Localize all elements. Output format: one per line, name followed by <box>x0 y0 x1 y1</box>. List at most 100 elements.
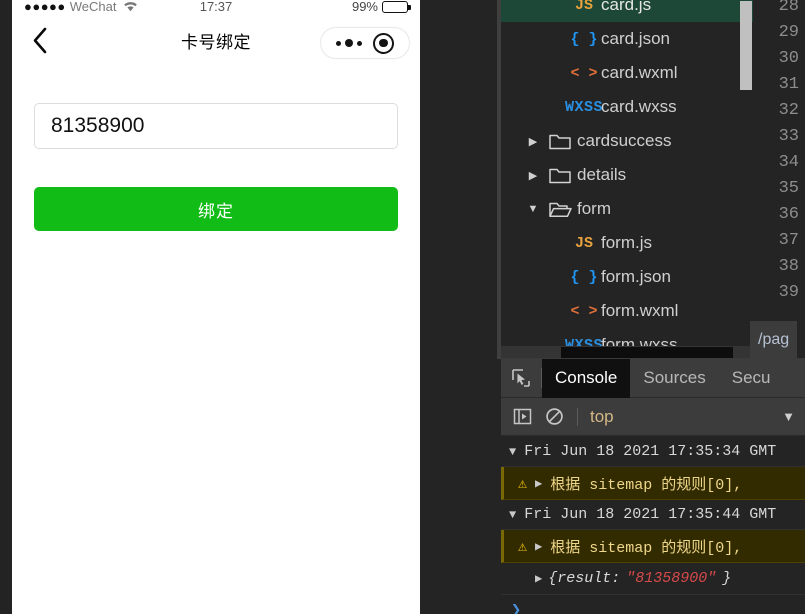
more-dots-icon[interactable] <box>336 39 363 47</box>
devtools-tab-secu[interactable]: Secu <box>719 359 784 398</box>
back-chevron-icon <box>32 27 48 54</box>
json-icon: { } <box>570 30 598 48</box>
console-result-row[interactable]: ▶ {result: "81358900"} <box>501 563 805 595</box>
result-prefix: {result: <box>548 570 621 587</box>
console-warning-row[interactable]: ⚠ ▶ 根据 sitemap 的规则[0], <box>501 467 805 500</box>
console-context-selector[interactable]: top <box>590 407 614 427</box>
wxml-icon: < > <box>570 64 598 82</box>
collapse-caret-icon[interactable]: ▼ <box>509 445 516 459</box>
folder-open-icon <box>543 201 577 218</box>
file-tree-item-label: card.wxml <box>601 63 678 82</box>
devtools-tab-console[interactable]: Console <box>542 358 631 398</box>
editor-tabbar: /pag <box>750 320 805 358</box>
wechat-capsule-menu[interactable] <box>320 27 410 59</box>
console-group-label: Fri Jun 18 2021 17:35:44 GMT <box>524 506 777 523</box>
console-warning-text: 根据 sitemap 的规则[0], <box>550 476 743 494</box>
folder-closed-icon <box>543 133 577 150</box>
phone-statusbar: ●●●●● WeChat 17:37 99% <box>12 0 420 13</box>
app-root: ●●●●● WeChat 17:37 99% 卡号绑定 81358900 绑定 … <box>0 0 805 614</box>
wxss-icon: WXSS <box>565 98 604 116</box>
devtools-panel: Console Sources Secu top ▼ ▼ Fri Jun 18 … <box>501 358 805 614</box>
line-number: 34 <box>778 153 799 172</box>
file-tree-item-label: details <box>577 165 627 184</box>
expand-caret-icon[interactable]: ▶ <box>535 476 542 491</box>
editor-tab-page[interactable]: /pag <box>750 321 798 358</box>
file-tree-hscrollbar[interactable] <box>561 347 733 358</box>
file-tree-vscrollbar[interactable] <box>740 1 752 90</box>
file-tree-item[interactable]: JS card.js <box>501 0 753 22</box>
file-tree-item-label: cardsuccess <box>577 131 672 150</box>
toolbar-divider <box>577 407 578 426</box>
file-tree-item[interactable]: < > form.wxml <box>501 294 753 328</box>
line-number: 37 <box>778 231 799 250</box>
file-tree-item[interactable]: JS form.js <box>501 226 753 260</box>
line-number: 39 <box>778 283 799 302</box>
statusbar-time: 17:37 <box>199 0 233 13</box>
card-number-input[interactable] <box>34 103 398 149</box>
code-editor-gutter: 28 29 30 31 32 33 34 35 36 37 38 39 <box>753 0 805 320</box>
json-icon: { } <box>570 268 598 286</box>
console-warning-row[interactable]: ⚠ ▶ 根据 sitemap 的规则[0], <box>501 530 805 563</box>
console-warning-text: 根据 sitemap 的规则[0], <box>550 539 743 557</box>
file-tree-item[interactable]: ▼ form <box>501 192 753 226</box>
line-number: 33 <box>778 127 799 146</box>
line-number: 29 <box>778 23 799 42</box>
target-circle-icon[interactable] <box>372 32 394 54</box>
warning-triangle-icon: ⚠ <box>518 475 528 493</box>
devtools-tab-sources[interactable]: Sources <box>630 359 718 398</box>
console-sidebar-icon[interactable] <box>511 406 533 428</box>
back-button[interactable] <box>12 13 68 68</box>
console-group-row[interactable]: ▼ Fri Jun 18 2021 17:35:44 GMT <box>501 500 805 530</box>
clear-console-icon[interactable] <box>543 406 565 428</box>
collapse-caret-icon[interactable]: ▼ <box>509 508 516 522</box>
result-suffix: } <box>722 570 732 587</box>
file-explorer-tree[interactable]: JS card.js{ } card.json < > card.wxml WXSS car… <box>501 0 753 359</box>
chevron-down-icon[interactable]: ▼ <box>523 203 543 215</box>
file-tree-item[interactable]: { } form.json <box>501 260 753 294</box>
warning-triangle-icon: ⚠ <box>518 538 528 556</box>
file-tree-item-label: card.json <box>601 29 670 48</box>
line-number: 30 <box>778 49 799 68</box>
left-edge-strip <box>0 0 12 614</box>
console-input-prompt[interactable]: ❯ <box>501 595 805 614</box>
phone-simulator: ●●●●● WeChat 17:37 99% 卡号绑定 81358900 绑定 <box>12 0 420 614</box>
console-group-row[interactable]: ▼ Fri Jun 18 2021 17:35:34 GMT <box>501 437 805 467</box>
folder-closed-icon <box>543 167 577 184</box>
line-number: 35 <box>778 179 799 198</box>
file-tree-item[interactable]: { } card.json <box>501 22 753 56</box>
line-number: 31 <box>778 75 799 94</box>
wxml-icon: < > <box>570 302 598 320</box>
file-tree-item-label: card.js <box>601 0 652 14</box>
devtools-tabbar: Console Sources Secu <box>501 358 805 398</box>
js-icon: JS <box>574 0 593 14</box>
devtools-tab-list: Console Sources Secu <box>542 358 784 398</box>
chevron-right-icon[interactable]: ▶ <box>523 135 543 148</box>
line-number: 28 <box>778 0 799 16</box>
result-value: "81358900" <box>626 570 717 587</box>
chevron-down-icon[interactable]: ▼ <box>782 409 795 424</box>
js-icon: JS <box>574 234 593 252</box>
file-tree-item-label: form.json <box>601 267 671 286</box>
expand-caret-icon[interactable]: ▶ <box>535 571 542 586</box>
file-tree-item[interactable]: < > card.wxml <box>501 56 753 90</box>
phone-page-body: 绑定 <box>12 68 420 614</box>
console-toolbar: top ▼ <box>501 398 805 436</box>
console-group-label: Fri Jun 18 2021 17:35:34 GMT <box>524 443 777 460</box>
line-number: 38 <box>778 257 799 276</box>
console-output[interactable]: ▼ Fri Jun 18 2021 17:35:34 GMT ⚠ ▶ 根据 sitema… <box>501 437 805 614</box>
prompt-chevron-icon: ❯ <box>511 601 522 614</box>
inspect-cursor-icon[interactable] <box>501 359 541 398</box>
phone-navbar: 卡号绑定 <box>12 13 420 68</box>
chevron-right-icon[interactable]: ▶ <box>523 169 543 182</box>
line-number-list: 28 29 30 31 32 33 34 35 36 37 38 39 <box>753 0 805 306</box>
file-tree-item[interactable]: WXSS card.wxss <box>501 90 753 124</box>
file-tree-item-label: card.wxss <box>601 97 677 116</box>
file-tree-item[interactable]: ▶ details <box>501 158 753 192</box>
file-tree-rows: JS card.js{ } card.json < > card.wxml WXSS car… <box>501 0 753 359</box>
console-row-list: ▼ Fri Jun 18 2021 17:35:34 GMT ⚠ ▶ 根据 sitema… <box>501 437 805 563</box>
line-number: 36 <box>778 205 799 224</box>
file-tree-item[interactable]: ▶ cardsuccess <box>501 124 753 158</box>
expand-caret-icon[interactable]: ▶ <box>535 539 542 554</box>
file-tree-item-label: form.js <box>601 233 652 252</box>
bind-submit-button[interactable]: 绑定 <box>34 187 398 231</box>
